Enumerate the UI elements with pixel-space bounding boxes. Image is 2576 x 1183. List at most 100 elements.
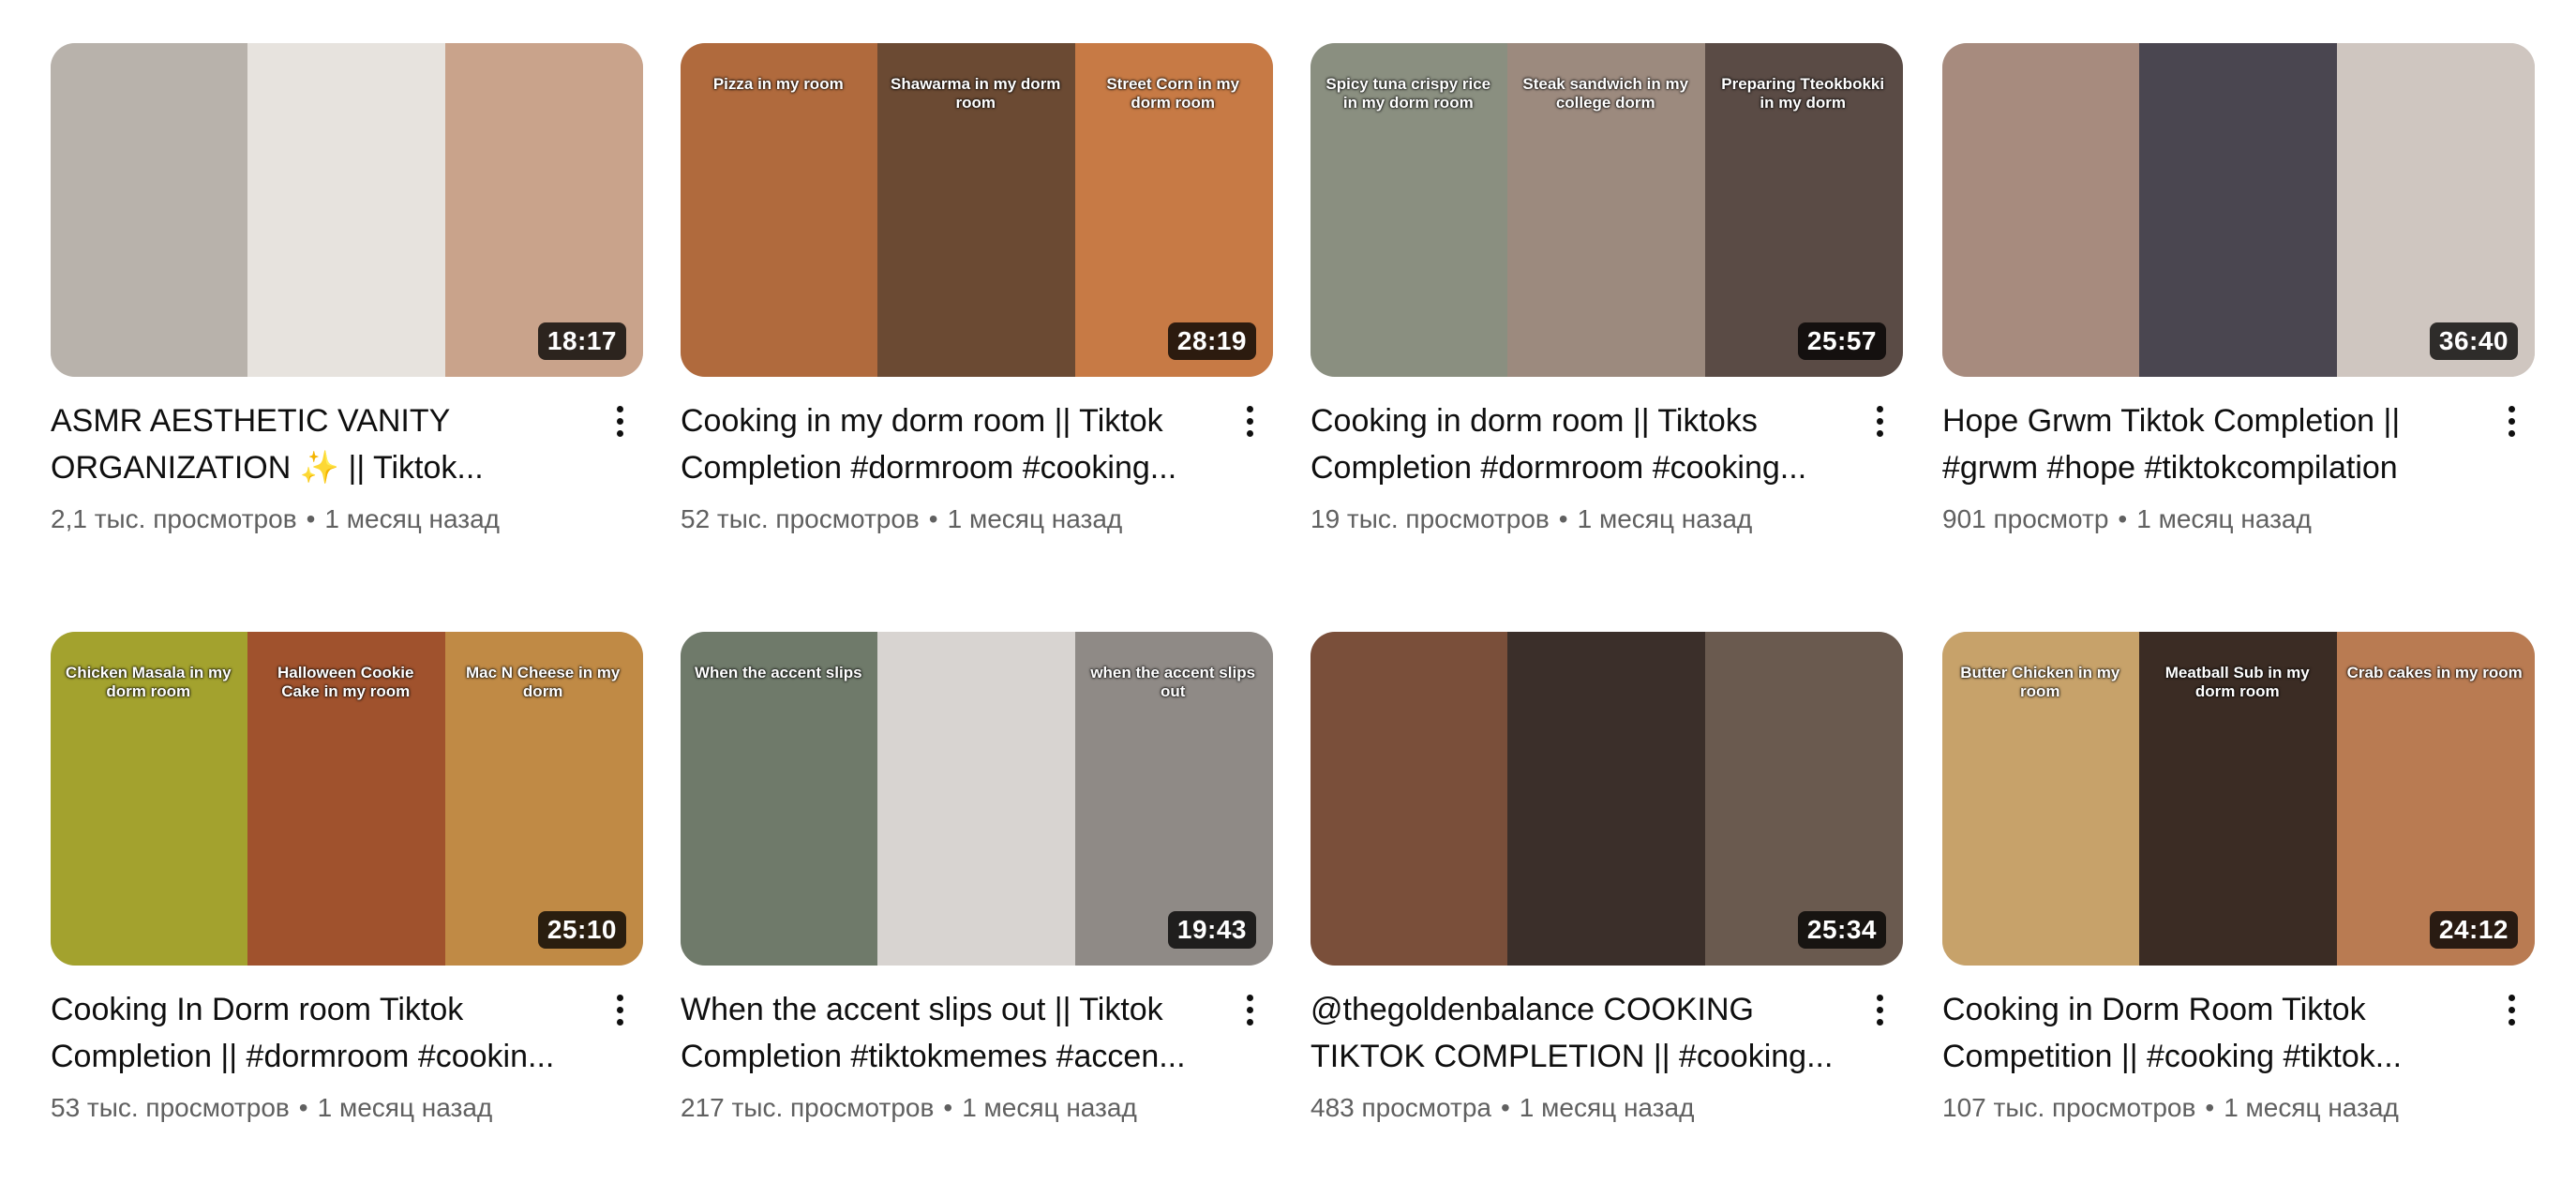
- duration-badge: 28:19: [1167, 322, 1256, 360]
- thumbnail-caption: Halloween Cookie Cake in my room: [277, 664, 414, 700]
- video-title[interactable]: @thegoldenbalance COOKING TIKTOK COMPLET…: [1310, 986, 1847, 1080]
- view-count: 19 тыс. просмотров: [1310, 504, 1550, 533]
- separator-dot: •: [1500, 1093, 1510, 1122]
- view-count: 53 тыс. просмотров: [51, 1093, 290, 1122]
- separator-dot: •: [943, 1093, 953, 1122]
- more-actions-icon[interactable]: [1856, 397, 1903, 444]
- duration-badge: 25:57: [1797, 322, 1886, 360]
- more-actions-icon[interactable]: [2488, 397, 2535, 444]
- video-meta: Cooking In Dorm room Tiktok Completion |…: [51, 986, 643, 1125]
- thumbnail-panel: [247, 43, 446, 377]
- more-actions-icon[interactable]: [1226, 986, 1273, 1033]
- view-count: 2,1 тыс. просмотров: [51, 504, 297, 533]
- video-thumbnail[interactable]: 36:40: [1942, 43, 2535, 377]
- upload-age: 1 месяц назад: [947, 504, 1123, 533]
- video-title[interactable]: ASMR AESTHETIC VANITY ORGANIZATION ✨ || …: [51, 397, 587, 491]
- video-meta: When the accent slips out || Tiktok Comp…: [681, 986, 1273, 1125]
- thumbnail-panel: [1507, 632, 1706, 966]
- upload-age: 1 месяц назад: [2136, 504, 2312, 533]
- video-title[interactable]: Cooking In Dorm room Tiktok Completion |…: [51, 986, 587, 1080]
- video-title[interactable]: Cooking in dorm room || Tiktoks Completi…: [1310, 397, 1847, 491]
- thumbnail-panel: [877, 632, 1076, 966]
- thumbnail-panel: [1310, 632, 1509, 966]
- video-thumbnail[interactable]: Pizza in my room Shawarma in my dorm roo…: [681, 43, 1273, 377]
- video-stats: 19 тыс. просмотров • 1 месяц назад: [1310, 502, 1847, 536]
- separator-dot: •: [306, 504, 316, 533]
- thumbnail-caption: Butter Chicken in my room: [1960, 664, 2120, 700]
- separator-dot: •: [2205, 1093, 2215, 1122]
- video-stats: 107 тыс. просмотров • 1 месяц назад: [1942, 1091, 2479, 1125]
- video-stats: 2,1 тыс. просмотров • 1 месяц назад: [51, 502, 587, 536]
- duration-badge: 18:17: [537, 322, 626, 360]
- video-meta: Hope Grwm Tiktok Completion || #grwm #ho…: [1942, 397, 2535, 536]
- video-grid: 18:17 ASMR AESTHETIC VANITY ORGANIZATION…: [0, 0, 2576, 1183]
- thumbnail-caption: When the accent slips: [695, 664, 862, 681]
- video-card[interactable]: Pizza in my room Shawarma in my dorm roo…: [681, 43, 1273, 536]
- upload-age: 1 месяц назад: [962, 1093, 1137, 1122]
- video-card[interactable]: Spicy tuna crispy rice in my dorm room S…: [1310, 43, 1903, 536]
- video-meta: Cooking in dorm room || Tiktoks Completi…: [1310, 397, 1903, 536]
- thumbnail-caption: Steak sandwich in my college dorm: [1522, 75, 1689, 112]
- separator-dot: •: [298, 1093, 308, 1122]
- thumbnail-caption: Pizza in my room: [712, 75, 844, 93]
- video-thumbnail[interactable]: When the accent slips when the accent sl…: [681, 632, 1273, 966]
- thumbnail-caption: Mac N Cheese in my dorm: [465, 664, 621, 700]
- thumbnail-caption: Street Corn in my dorm room: [1106, 75, 1240, 112]
- video-meta: ASMR AESTHETIC VANITY ORGANIZATION ✨ || …: [51, 397, 643, 536]
- duration-badge: 19:43: [1167, 911, 1256, 949]
- video-meta: Cooking in Dorm Room Tiktok Competition …: [1942, 986, 2535, 1125]
- duration-badge: 36:40: [2429, 322, 2518, 360]
- video-card[interactable]: 18:17 ASMR AESTHETIC VANITY ORGANIZATION…: [51, 43, 643, 536]
- video-card[interactable]: Butter Chicken in my room Meatball Sub i…: [1942, 632, 2535, 1125]
- video-card[interactable]: Chicken Masala in my dorm room Halloween…: [51, 632, 643, 1125]
- duration-badge: 25:34: [1797, 911, 1886, 949]
- view-count: 107 тыс. просмотров: [1942, 1093, 2196, 1122]
- view-count: 901 просмотр: [1942, 504, 2109, 533]
- thumbnail-caption: Spicy tuna crispy rice in my dorm room: [1325, 75, 1491, 112]
- upload-age: 1 месяц назад: [2224, 1093, 2399, 1122]
- thumbnail-caption: Crab cakes in my room: [2346, 664, 2523, 681]
- thumbnail-caption: Preparing Tteokbokki in my dorm: [1721, 75, 1885, 112]
- thumbnail-caption: when the accent slips out: [1090, 664, 1256, 700]
- video-stats: 217 тыс. просмотров • 1 месяц назад: [681, 1091, 1217, 1125]
- upload-age: 1 месяц назад: [317, 1093, 493, 1122]
- video-meta: Cooking in my dorm room || Tiktok Comple…: [681, 397, 1273, 536]
- view-count: 52 тыс. просмотров: [681, 504, 920, 533]
- video-stats: 52 тыс. просмотров • 1 месяц назад: [681, 502, 1217, 536]
- upload-age: 1 месяц назад: [1519, 1093, 1695, 1122]
- view-count: 483 просмотра: [1310, 1093, 1491, 1122]
- thumbnail-caption: Meatball Sub in my dorm room: [2164, 664, 2310, 700]
- video-title[interactable]: When the accent slips out || Tiktok Comp…: [681, 986, 1217, 1080]
- more-actions-icon[interactable]: [2488, 986, 2535, 1033]
- video-thumbnail[interactable]: Spicy tuna crispy rice in my dorm room S…: [1310, 43, 1903, 377]
- video-thumbnail[interactable]: 18:17: [51, 43, 643, 377]
- more-actions-icon[interactable]: [596, 986, 643, 1033]
- upload-age: 1 месяц назад: [1577, 504, 1753, 533]
- more-actions-icon[interactable]: [1856, 986, 1903, 1033]
- thumbnail-caption: Shawarma in my dorm room: [891, 75, 1061, 112]
- separator-dot: •: [1558, 504, 1568, 533]
- more-actions-icon[interactable]: [1226, 397, 1273, 444]
- duration-badge: 25:10: [537, 911, 626, 949]
- video-thumbnail[interactable]: Chicken Masala in my dorm room Halloween…: [51, 632, 643, 966]
- thumbnail-panel: [51, 43, 249, 377]
- thumbnail-caption: Chicken Masala in my dorm room: [65, 664, 232, 700]
- duration-badge: 24:12: [2429, 911, 2518, 949]
- video-card[interactable]: 25:34 @thegoldenbalance COOKING TIKTOK C…: [1310, 632, 1903, 1125]
- upload-age: 1 месяц назад: [324, 504, 501, 533]
- video-stats: 483 просмотра • 1 месяц назад: [1310, 1091, 1847, 1125]
- video-title[interactable]: Hope Grwm Tiktok Completion || #grwm #ho…: [1942, 397, 2479, 491]
- view-count: 217 тыс. просмотров: [681, 1093, 935, 1122]
- video-thumbnail[interactable]: Butter Chicken in my room Meatball Sub i…: [1942, 632, 2535, 966]
- video-stats: 53 тыс. просмотров • 1 месяц назад: [51, 1091, 587, 1125]
- video-card[interactable]: When the accent slips when the accent sl…: [681, 632, 1273, 1125]
- more-actions-icon[interactable]: [596, 397, 643, 444]
- video-title[interactable]: Cooking in Dorm Room Tiktok Competition …: [1942, 986, 2479, 1080]
- video-stats: 901 просмотр • 1 месяц назад: [1942, 502, 2479, 536]
- separator-dot: •: [2118, 504, 2128, 533]
- video-card[interactable]: 36:40 Hope Grwm Tiktok Completion || #gr…: [1942, 43, 2535, 536]
- thumbnail-panel: [2139, 43, 2338, 377]
- video-title[interactable]: Cooking in my dorm room || Tiktok Comple…: [681, 397, 1217, 491]
- separator-dot: •: [928, 504, 938, 533]
- video-thumbnail[interactable]: 25:34: [1310, 632, 1903, 966]
